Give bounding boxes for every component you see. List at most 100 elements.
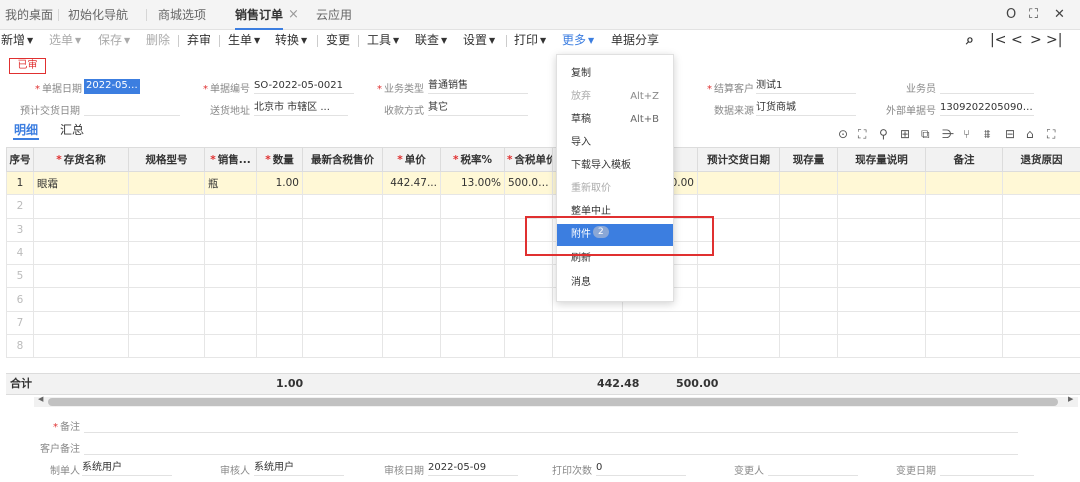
table-cell[interactable] [33,194,129,219]
table-cell[interactable] [779,240,838,266]
table-cell[interactable] [779,170,838,196]
new-button[interactable]: 新增 ▼ [1,30,33,52]
fullscreen-icon[interactable]: ⛶ [1029,0,1038,30]
table-cell[interactable] [779,264,838,289]
tools-button[interactable]: 工具 ▼ [367,30,399,52]
horizontal-scrollbar[interactable]: ◀ ▶ [34,395,1078,407]
table-cell[interactable] [382,194,441,219]
table-cell[interactable] [256,194,303,219]
table-cell[interactable] [128,334,205,359]
table-cell[interactable]: 442.47... [382,170,441,196]
data-source-field[interactable]: 订货商城 [756,101,856,116]
table-cell[interactable] [204,194,257,219]
ship-addr-field[interactable]: 北京市 市辖区 ... [254,101,348,116]
table-cell[interactable] [204,240,257,266]
salesman-field[interactable] [940,79,1034,94]
table-cell[interactable] [779,310,838,336]
more-button[interactable]: 更多 ▼ [562,30,594,52]
table-cell[interactable] [1002,264,1080,289]
table-cell[interactable] [302,287,383,312]
table-cell[interactable] [302,334,383,359]
column-header[interactable]: * 单价 [382,147,441,172]
last-record-icon[interactable]: >| [1046,30,1062,52]
table-cell[interactable] [128,217,205,242]
table-cell[interactable] [33,240,129,266]
select-button[interactable]: 选单 ▼ [49,30,81,52]
table-cell[interactable] [440,194,505,219]
table-cell[interactable] [302,240,383,266]
column-header[interactable]: * 税率% [440,147,505,172]
table-cell[interactable] [256,310,303,336]
table-cell[interactable] [925,240,1003,266]
menu-item-message[interactable]: 消息 [557,272,673,294]
table-cell[interactable] [622,310,698,336]
delivery-date-field[interactable] [84,101,180,116]
table-cell[interactable] [204,217,257,242]
table-cell[interactable] [925,194,1003,219]
generate-button[interactable]: 生单 ▼ [228,30,260,52]
tab-close-icon[interactable]: × [288,0,299,30]
doc-date-field[interactable]: 2022-05-09 [84,79,140,94]
table-cell[interactable] [1002,240,1080,266]
table-cell[interactable] [440,287,505,312]
table-cell[interactable] [33,287,129,312]
table-cell[interactable] [779,194,838,219]
table-cell[interactable] [128,287,205,312]
table-cell[interactable] [33,264,129,289]
table-cell[interactable] [302,194,383,219]
table-row[interactable]: 2 [6,194,1080,219]
table-cell[interactable] [33,217,129,242]
table-cell[interactable] [779,287,838,312]
table-cell[interactable] [504,264,553,289]
table-cell[interactable]: 眼霜 [33,170,129,196]
table-cell[interactable] [552,334,623,359]
column-header[interactable]: 退货原因 [1002,147,1080,172]
table-cell[interactable] [204,287,257,312]
tab-init-nav[interactable]: 初始化导航 [68,0,128,30]
column-header[interactable]: 预计交货日期 [697,147,780,172]
column-header[interactable]: * 数量 [256,147,303,172]
menu-item-reprice[interactable]: 重新取价 [557,178,673,200]
column-header[interactable]: * 存货名称 [33,147,129,172]
share-doc-button[interactable]: 单据分享 [611,30,659,52]
pin-icon[interactable]: ⚲ [879,127,888,143]
table-cell[interactable] [1002,217,1080,242]
menu-item-copy[interactable]: 复制 [557,63,673,85]
column-header[interactable]: 规格型号 [128,147,205,172]
table-cell[interactable] [837,217,926,242]
table-cell[interactable] [382,310,441,336]
column-header[interactable]: 序号 [6,147,34,172]
table-cell[interactable] [697,287,780,312]
menu-item-discard[interactable]: 放弃 Alt+Z [557,86,673,108]
table-cell[interactable] [504,194,553,219]
table-cell[interactable] [837,287,926,312]
table-cell[interactable] [204,264,257,289]
remark-field[interactable] [84,432,1018,433]
scroll-left-icon[interactable]: ◀ [38,395,43,403]
table-cell[interactable] [837,264,926,289]
table-cell[interactable] [504,287,553,312]
table-cell[interactable] [925,264,1003,289]
table-row[interactable]: 7 [6,310,1080,336]
tab-my-desktop[interactable]: 我的桌面 [5,0,53,30]
table-cell[interactable] [837,170,926,196]
table-cell[interactable] [837,334,926,359]
locate-search-icon[interactable]: ⌕ [966,30,974,52]
menu-item-draft[interactable]: 草稿 Alt+B [557,109,673,131]
table-cell[interactable] [382,264,441,289]
table-cell[interactable] [504,310,553,336]
table-cell[interactable] [1002,194,1080,219]
table-cell[interactable] [440,310,505,336]
search-icon[interactable]: O [1006,0,1016,30]
table-cell[interactable] [697,264,780,289]
scroll-right-icon[interactable]: ▶ [1068,395,1073,403]
table-cell[interactable] [1002,170,1080,196]
table-cell[interactable] [925,217,1003,242]
table-cell[interactable] [128,170,205,196]
table-cell[interactable] [697,310,780,336]
table-cell[interactable] [382,217,441,242]
table-cell[interactable] [1002,287,1080,312]
customer-remark-field[interactable] [84,454,1018,455]
table-row[interactable]: 6 [6,287,1080,312]
table-cell[interactable] [33,334,129,359]
